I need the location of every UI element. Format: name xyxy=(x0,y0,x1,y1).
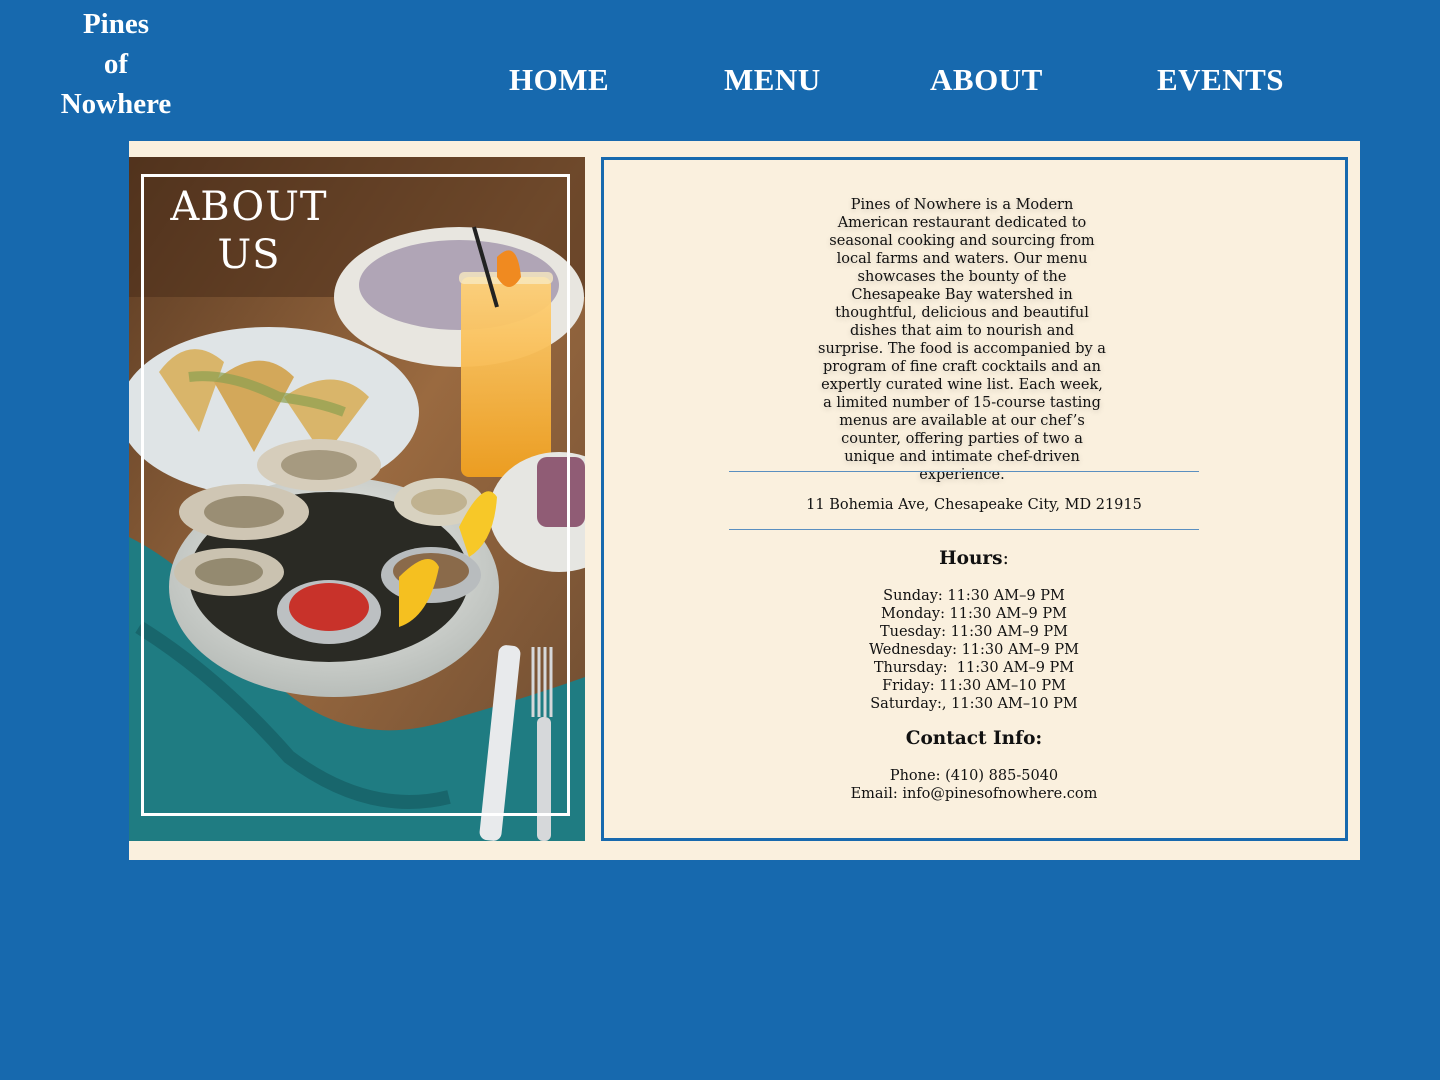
hours-heading: Hours: xyxy=(774,548,1174,570)
hours-wednesday: Wednesday: 11:30 AM–9 PM xyxy=(869,642,1079,658)
about-description: Pines of Nowhere is a Modern American re… xyxy=(818,197,1106,483)
hours-heading-text: Hours xyxy=(939,548,1003,569)
hours-friday: Friday: 11:30 AM–10 PM xyxy=(882,678,1066,694)
oysters-photo: ABOUT US xyxy=(129,157,585,841)
main-nav: HOME MENU ABOUT EVENTS xyxy=(0,62,1440,106)
about-title-line2: US xyxy=(217,232,281,278)
about-title-line1: ABOUT xyxy=(170,184,328,230)
nav-menu-link[interactable]: MENU xyxy=(724,62,821,98)
contact-email[interactable]: Email: info@pinesofnowhere.com xyxy=(774,785,1174,803)
address: 11 Bohemia Ave, Chesapeake City, MD 2191… xyxy=(806,497,1142,513)
info-panel: Pines of Nowhere is a Modern American re… xyxy=(601,157,1348,841)
hours-tuesday: Tuesday: 11:30 AM–9 PM xyxy=(879,624,1069,640)
about-card: ABOUT US Pines of Nowhere is a Modern Am… xyxy=(129,141,1360,860)
nav-events-link[interactable]: EVENTS xyxy=(1157,62,1284,98)
hours-list: Sunday: 11:30 AM–9 PM Monday: 11:30 AM–9… xyxy=(774,587,1174,713)
contact-heading: Contact Info: xyxy=(905,728,1043,749)
divider-top xyxy=(729,471,1199,472)
hours-sunday: Sunday: 11:30 AM–9 PM xyxy=(883,588,1065,604)
about-us-title: ABOUT US xyxy=(169,183,329,279)
contact-phone[interactable]: Phone: (410) 885-5040 xyxy=(774,767,1174,785)
hours-heading-colon: : xyxy=(1002,548,1009,569)
nav-home-link[interactable]: HOME xyxy=(509,62,609,98)
hours-thursday: Thursday: 11:30 AM–9 PM xyxy=(873,660,1075,676)
contact-list: Phone: (410) 885-5040 Email: info@pineso… xyxy=(774,767,1174,803)
hours-monday: Monday: 11:30 AM–9 PM xyxy=(881,606,1067,622)
nav-about-link[interactable]: ABOUT xyxy=(930,62,1043,98)
logo-line-pines: Pines xyxy=(82,8,150,40)
divider-bottom xyxy=(729,529,1199,530)
hours-saturday: Saturday:, 11:30 AM–10 PM xyxy=(870,696,1078,712)
